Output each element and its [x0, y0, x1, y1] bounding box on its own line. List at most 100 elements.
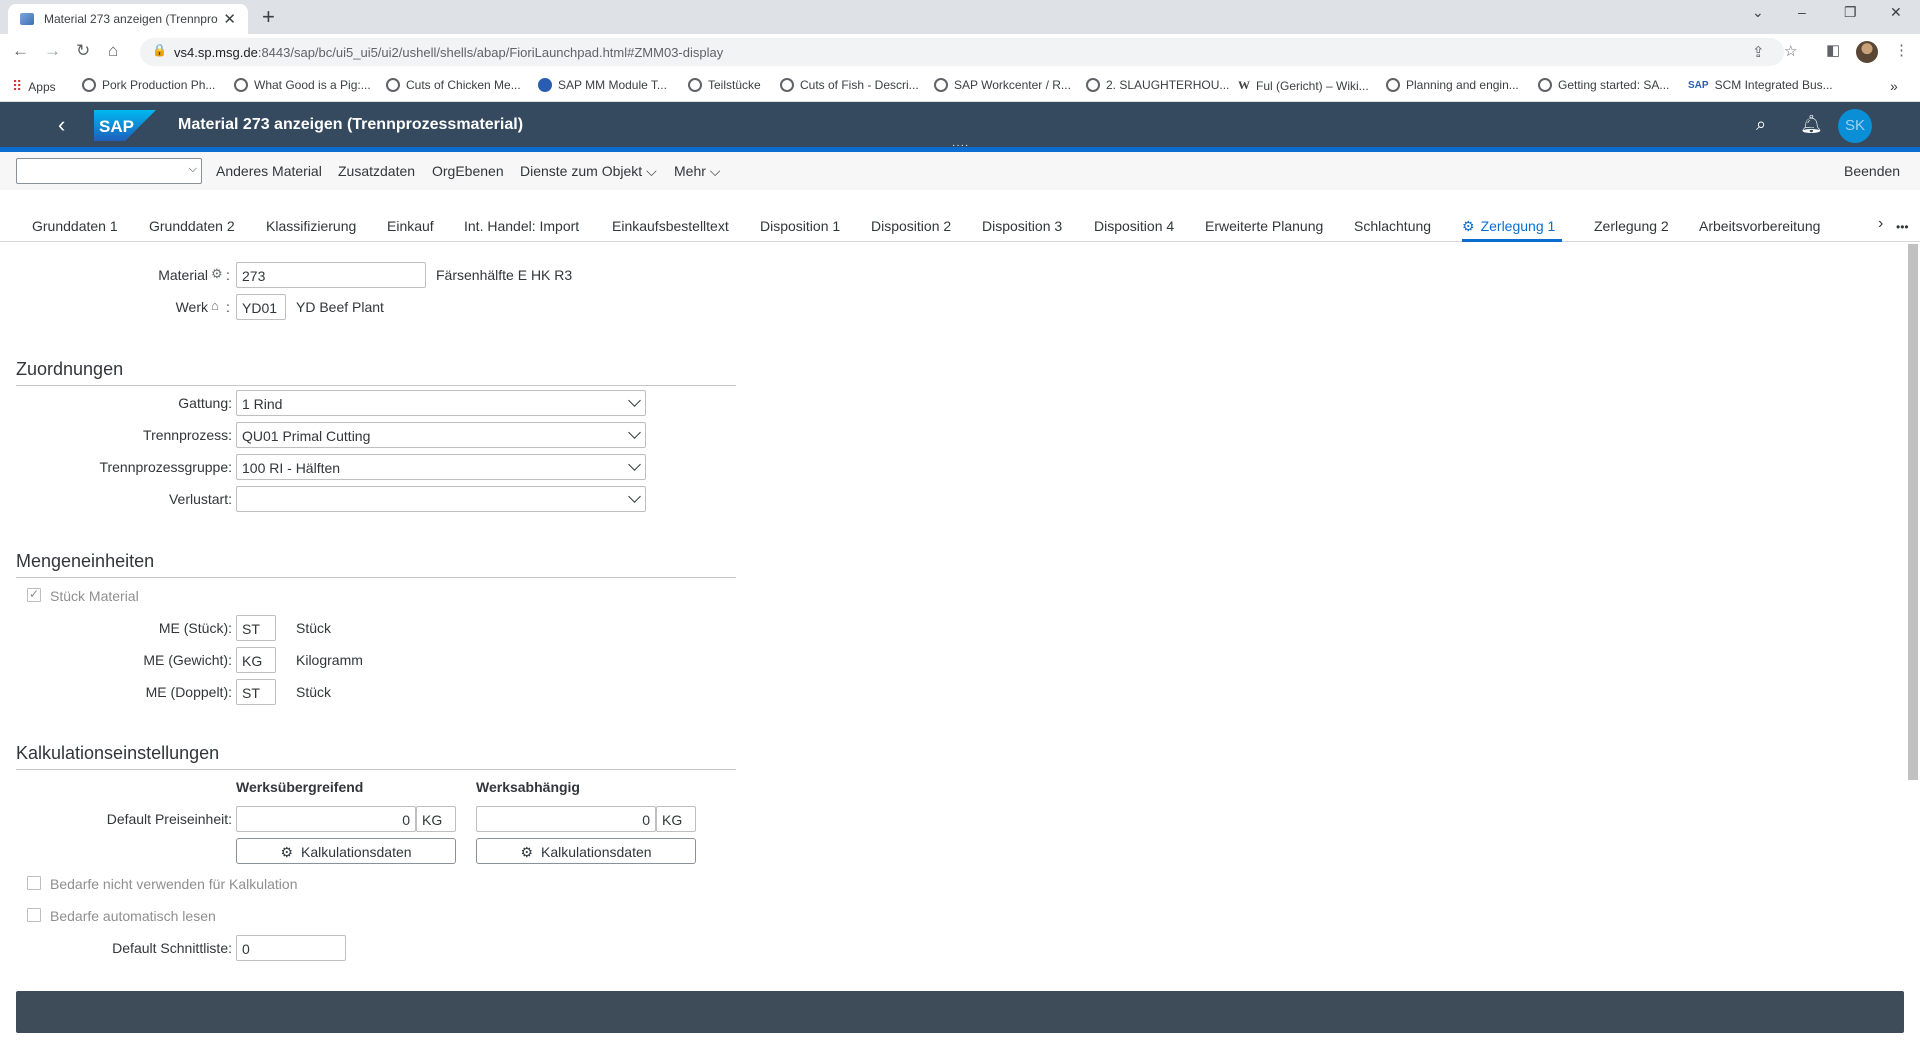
notification-bell-icon[interactable]: 🔔︎	[1800, 114, 1823, 135]
tab-grunddaten-2[interactable]: Grunddaten 2	[149, 218, 235, 234]
sap-logo[interactable]: SAP	[94, 110, 156, 141]
bookmark-apps[interactable]: ⠿ Apps	[12, 78, 56, 95]
bookmark-item[interactable]: Pork Production Ph...	[82, 78, 215, 92]
chevron-down-icon: ⌵	[709, 163, 721, 179]
chevron-down-icon	[628, 426, 641, 439]
window-close-icon[interactable]: ✕	[1890, 4, 1902, 21]
bookmark-item[interactable]: Cuts of Fish - Descri...	[780, 78, 919, 92]
default-schnittliste-input[interactable]: 0	[236, 935, 346, 961]
search-icon[interactable]: ⌕	[1756, 114, 1766, 135]
bookmark-item[interactable]: Teilstücke	[688, 78, 761, 92]
globe-icon	[780, 78, 794, 92]
preiseinheit-unit-2[interactable]: KG	[656, 806, 696, 832]
kalkulationsdaten-button-1[interactable]: ⚙ Kalkulationsdaten	[236, 838, 456, 864]
tab-klassifizierung[interactable]: Klassifizierung	[266, 218, 356, 234]
sidepanel-icon[interactable]: ◧	[1826, 41, 1840, 59]
collapse-handle-icon[interactable]: ····	[952, 140, 969, 151]
tab-grunddaten-1[interactable]: Grunddaten 1	[32, 218, 118, 234]
sap-logo-icon: SAP	[1688, 79, 1709, 91]
chevron-down-icon	[628, 394, 641, 407]
me-doppelt-input[interactable]: ST	[236, 679, 276, 705]
tab-disposition-1[interactable]: Disposition 1	[760, 218, 840, 234]
gattung-label: Gattung:	[178, 395, 232, 411]
globe-icon	[234, 78, 248, 92]
url-field[interactable]: 🔒 vs4.sp.msg.de:8443/sap/bc/ui5_ui5/ui2/…	[140, 38, 1797, 66]
section-divider	[16, 385, 736, 386]
anderes-material-button[interactable]: Anderes Material	[216, 163, 322, 179]
tab-favicon-icon	[20, 13, 34, 25]
preiseinheit-unit-1[interactable]: KG	[416, 806, 456, 832]
address-bar: ← → ↻ ⌂ 🔒 vs4.sp.msg.de:8443/sap/bc/ui5_…	[0, 34, 1920, 70]
shell-back-icon[interactable]: ‹	[58, 112, 65, 138]
tab-disposition-3[interactable]: Disposition 3	[982, 218, 1062, 234]
zusatzdaten-button[interactable]: Zusatzdaten	[338, 163, 415, 179]
material-input[interactable]: 273	[236, 262, 426, 288]
mehr-button[interactable]: Mehr ⌵	[674, 163, 720, 180]
tab-erweiterte-planung[interactable]: Erweiterte Planung	[1205, 218, 1323, 234]
bookmark-item[interactable]: Cuts of Chicken Me...	[386, 78, 521, 92]
tab-disposition-4[interactable]: Disposition 4	[1094, 218, 1174, 234]
beenden-button[interactable]: Beenden	[1844, 163, 1900, 179]
colon: :	[226, 299, 230, 315]
browser-profile-avatar[interactable]	[1856, 41, 1878, 63]
user-avatar[interactable]: SK	[1838, 109, 1872, 143]
tab-zerlegung-1[interactable]: ⚙ Zerlegung 1	[1462, 218, 1555, 235]
object-toolbar: ⌵ Anderes Material Zusatzdaten OrgEbenen…	[0, 152, 1920, 190]
new-tab-icon[interactable]: +	[262, 4, 275, 30]
minimize-icon[interactable]: –	[1798, 4, 1806, 20]
tab-disposition-2[interactable]: Disposition 2	[871, 218, 951, 234]
me-gewicht-input[interactable]: KG	[236, 647, 276, 673]
bedarfe-nicht-verwenden-checkbox[interactable]	[27, 876, 41, 890]
okcode-select[interactable]: ⌵	[16, 158, 202, 184]
tab-close-icon[interactable]: ✕	[223, 10, 236, 28]
bookmarks-bar: ⠿ Apps Pork Production Ph... What Good is…	[0, 70, 1920, 102]
more-bookmarks-icon[interactable]: »	[1890, 78, 1898, 94]
me-gewicht-desc: Kilogramm	[296, 652, 363, 668]
dienste-zum-objekt-button[interactable]: Dienste zum Objekt ⌵	[520, 163, 657, 180]
stueck-material-checkbox[interactable]	[27, 587, 41, 602]
bedarfe-automatisch-lesen-checkbox[interactable]	[27, 908, 41, 922]
tab-search-icon[interactable]: ⌄	[1752, 4, 1764, 21]
bookmark-item[interactable]: SAP MM Module T...	[538, 78, 667, 92]
page-title: Material 273 anzeigen (Trennprozessmater…	[178, 116, 524, 133]
me-stueck-input[interactable]: ST	[236, 615, 276, 641]
bookmark-item[interactable]: 2. SLAUGHTERHOU...	[1086, 78, 1229, 92]
bookmark-item[interactable]: SAP SCM Integrated Bus...	[1688, 78, 1833, 92]
bookmark-star-icon[interactable]: ☆	[1784, 42, 1797, 60]
orgebenen-button[interactable]: OrgEbenen	[432, 163, 504, 179]
tab-scroll-right-icon[interactable]: ›	[1878, 215, 1883, 233]
bookmark-item[interactable]: SAP Workcenter / R...	[934, 78, 1071, 92]
globe-icon	[386, 78, 400, 92]
menu-kebab-icon[interactable]: ⋮	[1894, 41, 1909, 59]
tab-int-handel-import[interactable]: Int. Handel: Import	[464, 218, 579, 234]
tab-einkaufsbestelltext[interactable]: Einkaufsbestelltext	[612, 218, 729, 234]
tab-einkauf[interactable]: Einkauf	[387, 218, 434, 234]
share-icon[interactable]: ⇪	[1752, 43, 1765, 61]
werk-input[interactable]: YD01	[236, 294, 286, 320]
gattung-select[interactable]: 1 Rind	[236, 390, 646, 416]
verlustart-select[interactable]	[236, 486, 646, 512]
kalkulationsdaten-button-2[interactable]: ⚙ Kalkulationsdaten	[476, 838, 696, 864]
home-icon[interactable]: ⌂	[108, 41, 118, 61]
apps-grid-icon: ⠿	[12, 78, 23, 94]
vertical-scrollbar[interactable]	[1908, 244, 1918, 780]
bookmark-item[interactable]: What Good is a Pig:...	[234, 78, 371, 92]
restore-icon[interactable]: ❐	[1844, 4, 1857, 21]
bookmark-item[interactable]: W Ful (Gericht) – Wiki...	[1238, 78, 1369, 93]
back-icon[interactable]: ←	[12, 41, 29, 61]
bookmark-item[interactable]: Planning and engin...	[1386, 78, 1519, 92]
tab-overflow-icon[interactable]: •••	[1896, 220, 1909, 234]
bookmark-item[interactable]: Getting started: SA...	[1538, 78, 1669, 92]
reload-icon[interactable]: ↻	[76, 41, 90, 61]
tab-schlachtung[interactable]: Schlachtung	[1354, 218, 1431, 234]
preiseinheit-werksuebergreifend-input[interactable]: 0	[236, 806, 416, 832]
trennprozess-select[interactable]: QU01 Primal Cutting	[236, 422, 646, 448]
browser-tab[interactable]: Material 273 anzeigen (Trennpro... ✕	[8, 4, 248, 34]
tab-title: Material 273 anzeigen (Trennpro...	[44, 12, 218, 26]
globe-icon	[82, 78, 96, 92]
trennprozessgruppe-select[interactable]: 100 RI - Hälften	[236, 454, 646, 480]
preiseinheit-werksabhaengig-input[interactable]: 0	[476, 806, 656, 832]
tab-arbeitsvorbereitung[interactable]: Arbeitsvorbereitung	[1699, 218, 1820, 234]
tab-zerlegung-2[interactable]: Zerlegung 2	[1594, 218, 1669, 234]
forward-icon[interactable]: →	[44, 41, 61, 61]
